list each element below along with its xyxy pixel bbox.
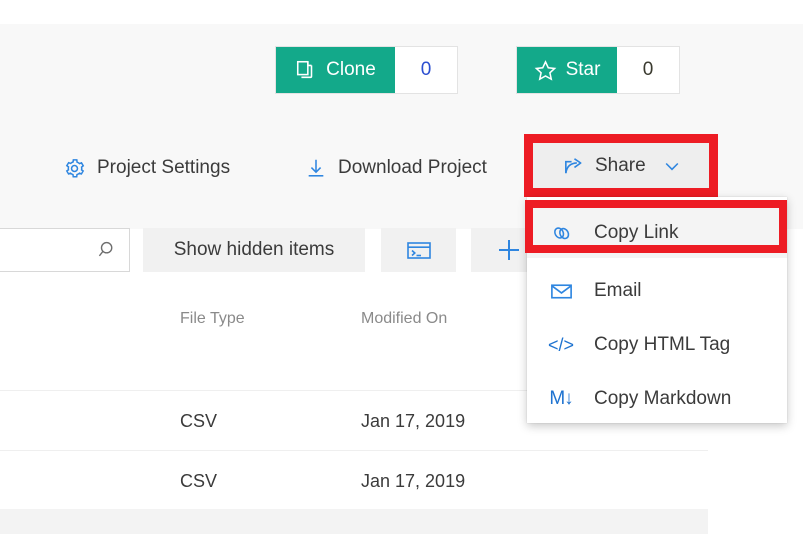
menu-item-label: Copy Markdown (594, 388, 732, 409)
download-icon (305, 156, 327, 180)
menu-item-copy-link[interactable]: Copy Link (527, 208, 787, 258)
search-icon[interactable] (97, 239, 119, 261)
cell-modified-on: Jan 17, 2019 (361, 471, 466, 491)
star-button-action[interactable]: Star (517, 47, 617, 93)
column-header-file-type[interactable]: File Type (180, 310, 245, 328)
console-icon (405, 238, 433, 262)
star-button-label: Star (565, 59, 601, 80)
clone-button[interactable]: Clone 0 (275, 46, 458, 94)
column-header-modified-on[interactable]: Modified On (361, 310, 447, 328)
download-project-button[interactable]: Download Project (305, 148, 487, 188)
clone-button-action[interactable]: Clone (276, 47, 395, 93)
cell-file-type: CSV (180, 471, 218, 491)
project-settings-label: Project Settings (97, 157, 231, 178)
menu-item-label: Copy HTML Tag (594, 334, 731, 355)
gear-icon (63, 157, 86, 180)
plus-icon (494, 235, 524, 265)
show-hidden-items-button[interactable]: Show hidden items (143, 228, 365, 272)
envelope-icon (548, 281, 574, 301)
share-button-highlight (524, 134, 718, 197)
project-settings-button[interactable]: Project Settings (63, 148, 230, 188)
menu-item-copy-markdown[interactable]: M↓ Copy Markdown (527, 374, 787, 424)
console-button[interactable] (381, 228, 456, 272)
link-icon (548, 222, 574, 244)
cell-modified-on: Jan 17, 2019 (361, 411, 466, 431)
menu-item-label: Copy Link (594, 222, 679, 243)
top-white-strip (0, 0, 803, 24)
code-icon: </> (547, 334, 575, 355)
clone-count: 0 (395, 47, 457, 93)
app-root: Clone 0 Star 0 Project Settings Download… (0, 0, 803, 534)
star-icon (534, 59, 557, 82)
menu-item-label: Email (594, 280, 642, 301)
cell-file-type: CSV (180, 411, 218, 431)
menu-item-email[interactable]: Email (527, 266, 787, 316)
clone-button-label: Clone (326, 59, 376, 80)
menu-item-copy-html-tag[interactable]: </> Copy HTML Tag (527, 320, 787, 370)
star-count: 0 (617, 47, 679, 93)
table-row[interactable] (0, 508, 708, 534)
download-project-label: Download Project (338, 157, 487, 178)
share-dropdown-menu: Copy Link Email </> Copy HTML Tag M↓ Cop… (527, 197, 787, 423)
search-input[interactable] (0, 239, 97, 261)
show-hidden-items-label: Show hidden items (173, 239, 335, 260)
clone-icon (295, 59, 317, 81)
markdown-icon: M↓ (549, 388, 573, 409)
table-row[interactable]: CSV Jan 17, 2019 (0, 450, 708, 510)
search-box[interactable] (0, 228, 130, 272)
star-button[interactable]: Star 0 (516, 46, 680, 94)
